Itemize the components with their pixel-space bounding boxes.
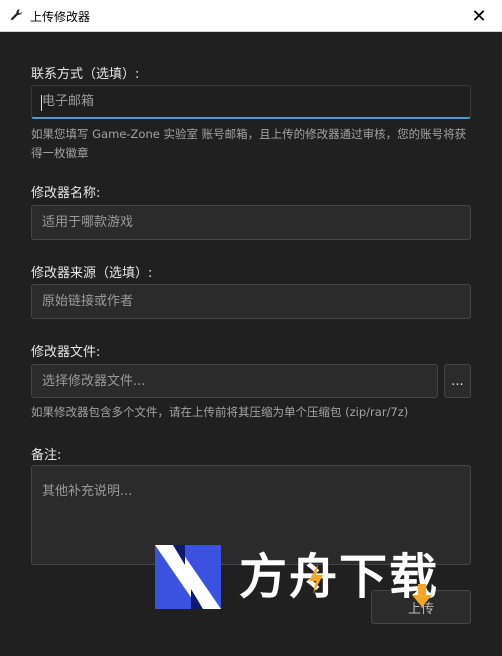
trainer-name-field[interactable] (31, 205, 471, 240)
wrench-icon (10, 9, 22, 21)
lightning-icon (309, 564, 323, 594)
download-arrow-icon (412, 584, 432, 607)
watermark-text: 方舟下载 (239, 549, 440, 605)
browse-file-button[interactable]: ... (444, 364, 471, 398)
trainer-source-input[interactable] (32, 285, 470, 318)
window-title: 上传修改器 (30, 10, 91, 24)
notes-label: 备注: (31, 448, 62, 463)
title-bar: 上传修改器 ✕ (0, 0, 502, 32)
contact-email-input[interactable] (32, 86, 470, 117)
trainer-file-input[interactable] (32, 365, 437, 397)
contact-help-text: 如果您填写 Game-Zone 实验室 账号邮箱，且上传的修改器通过审核，您的账… (31, 127, 467, 160)
trainer-file-field[interactable] (31, 364, 438, 398)
source-label: 修改器来源（选填）: (31, 266, 153, 281)
file-help-text: 如果修改器包含多个文件，请在上传前将其压缩为单个压缩包 (zip/rar/7z) (31, 405, 409, 419)
watermark-logo-icon (155, 545, 221, 609)
trainer-source-field[interactable] (31, 284, 471, 319)
watermark: 方舟下载 (155, 544, 455, 610)
close-button[interactable]: ✕ (456, 0, 502, 32)
file-label: 修改器文件: (31, 345, 101, 360)
contact-email-field[interactable] (31, 85, 471, 119)
name-label: 修改器名称: (31, 186, 101, 201)
contact-label: 联系方式（选填）: (31, 67, 140, 82)
text-caret (41, 95, 42, 111)
trainer-name-input[interactable] (32, 206, 470, 239)
close-icon: ✕ (471, 5, 487, 27)
